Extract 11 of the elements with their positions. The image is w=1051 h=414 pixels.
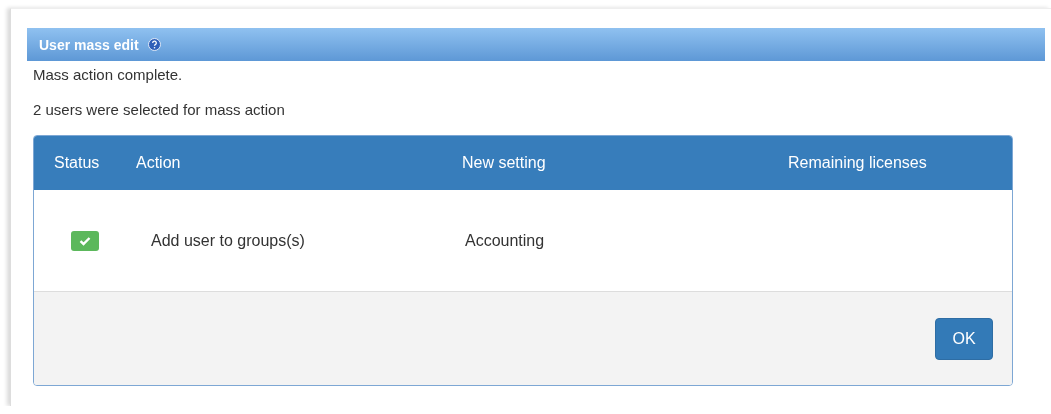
column-header: New setting [462,154,547,172]
column-header: Status [53,154,101,172]
column-header: Action [136,154,182,172]
message-text: Mass action complete. [32,66,184,83]
ok-button[interactable]: OK [935,317,993,360]
table-cell-text: Add user to groups(s) [150,231,306,250]
message-text: 2 users were selected for mass action [32,101,286,118]
column-header: Remaining licenses [788,154,927,172]
table-cell-text: Accounting [464,231,546,250]
panel-title: User mass edit [39,36,139,53]
help-icon[interactable] [147,38,161,51]
